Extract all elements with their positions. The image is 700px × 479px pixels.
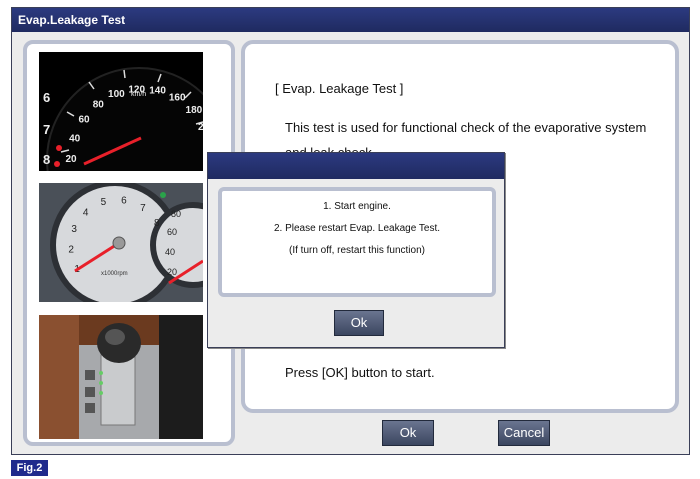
speed-tick-label: 100: [108, 89, 125, 100]
start-instruction: Press [OK] button to start.: [285, 365, 435, 380]
tach-tick-label: 2: [68, 244, 74, 255]
ok-button[interactable]: Ok: [382, 420, 434, 446]
test-description: This test is used for functional check o…: [285, 120, 647, 135]
tach-tick-label: 4: [83, 207, 89, 218]
figure-label: Fig.2: [11, 460, 48, 476]
restart-dialog: 1. Start engine. 2. Please restart Evap.…: [207, 152, 505, 348]
svg-text:7: 7: [43, 122, 50, 137]
speed-tick-label: 20: [65, 154, 77, 165]
speed-tick-label: 60: [78, 115, 90, 126]
dialog-line-2: 2. Please restart Evap. Leakage Test.: [273, 223, 441, 234]
speed-unit-label: km/h: [131, 91, 146, 98]
cancel-button[interactable]: Cancel: [498, 420, 550, 446]
svg-text:80: 80: [171, 209, 181, 219]
dialog-titlebar: [208, 153, 504, 179]
tach-unit-label: x1000rpm: [101, 271, 128, 277]
svg-text:8: 8: [43, 152, 50, 167]
svg-text:60: 60: [167, 227, 177, 237]
dialog-ok-button[interactable]: Ok: [334, 310, 384, 336]
speed-tick-label: 160: [169, 93, 186, 104]
test-heading: [ Evap. Leakage Test ]: [275, 81, 404, 96]
dialog-message-box: 1. Start engine. 2. Please restart Evap.…: [218, 187, 496, 297]
gear-shifter-image: [39, 315, 203, 439]
speed-tick-label: 180: [186, 105, 203, 116]
tachometer-image: 12345678 x1000rpm 80 60 40 20: [39, 183, 203, 302]
svg-text:40: 40: [165, 247, 175, 257]
speed-tick-label: 80: [93, 100, 105, 111]
tach-tick-label: 6: [121, 196, 127, 207]
svg-text:20: 20: [167, 267, 177, 277]
speedometer-image: 020406080100120140160180200220240 km/h 6…: [39, 52, 203, 171]
window-title: Evap.Leakage Test: [12, 8, 689, 32]
tach-tick-label: 7: [140, 203, 146, 214]
tach-tick-label: 5: [101, 197, 107, 208]
speed-tick-label: 140: [149, 86, 166, 97]
dialog-line-1: 1. Start engine.: [323, 201, 391, 212]
tach-tick-label: 3: [71, 224, 77, 235]
tach-tick-label: 8: [154, 218, 160, 229]
svg-text:6: 6: [43, 90, 50, 105]
speed-tick-label: 40: [69, 133, 81, 144]
speed-tick-label: 200: [198, 122, 203, 133]
dialog-line-3: (If turn off, restart this function): [289, 245, 425, 256]
